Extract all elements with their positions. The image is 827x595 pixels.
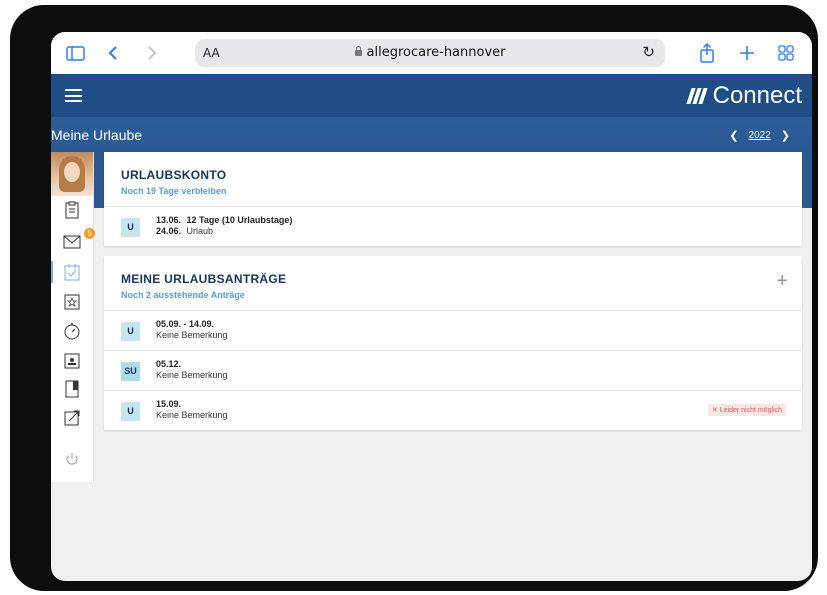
url-display[interactable]: allegrocare-hannover (195, 45, 665, 60)
messages-icon[interactable]: 5 (63, 228, 95, 250)
leave-type-tag: U (121, 218, 140, 237)
date-to: 24.06. (156, 226, 182, 236)
power-icon[interactable] (63, 450, 81, 468)
request-dates: 05.09. - 14.09. (156, 319, 215, 329)
entry-text: 13.06. 12 Tage (10 Urlaubstage) 24.06. U… (156, 215, 292, 237)
status-badge: ✕ Leider nicht möglich (707, 404, 786, 416)
entry-summary: 12 Tage (10 Urlaubstage) (186, 215, 293, 225)
next-year-icon[interactable]: ❯ (781, 129, 790, 142)
leave-type-tag: U (121, 322, 140, 341)
url-text: allegrocare-hannover (366, 45, 506, 60)
logo-mark-icon (686, 88, 708, 104)
sidebar: 5 (51, 152, 95, 482)
urlaubsantraege-card: MEINE URLAUBSANTRÄGE Noch 2 ausstehende … (104, 256, 802, 430)
status-text: Leider nicht möglich (719, 407, 782, 414)
lock-icon (354, 46, 362, 56)
reload-icon[interactable]: ↻ (642, 43, 655, 61)
request-note: Keine Bemerkung (156, 330, 228, 340)
screen: AA allegrocare-hannover ↻ Connect Meine … (51, 32, 812, 581)
list-item[interactable]: SU 05.12. Keine Bemerkung (104, 351, 802, 391)
rating-star-icon[interactable] (63, 293, 81, 311)
page-title: Meine Urlaube (51, 127, 143, 143)
year-selector[interactable]: 2022 (749, 130, 771, 141)
list-item[interactable]: U 05.09. - 14.09. Keine Bemerkung (104, 311, 802, 351)
notebook-icon[interactable] (63, 380, 81, 398)
app-header: Connect (51, 74, 812, 117)
entry-text: 05.12. Keine Bemerkung (156, 359, 228, 381)
entry-type: Urlaub (186, 226, 214, 236)
avatar[interactable] (51, 152, 93, 196)
messages-badge: 5 (84, 228, 95, 239)
close-icon: ✕ (711, 407, 720, 414)
add-request-icon[interactable]: + (776, 270, 788, 293)
year-navigation: ❮ 2022 ❯ (729, 129, 790, 142)
tablet-frame: AA allegrocare-hannover ↻ Connect Meine … (10, 5, 818, 591)
share-icon[interactable] (698, 42, 716, 64)
urlaubsantraege-subtitle: Noch 2 ausstehende Anträge (121, 290, 245, 300)
address-bar[interactable]: AA allegrocare-hannover ↻ (195, 39, 665, 67)
external-link-icon[interactable] (63, 409, 81, 427)
request-note: Keine Bemerkung (156, 410, 228, 420)
sidebar-toggle-icon[interactable] (65, 42, 85, 64)
urlaubskonto-title: URLAUBSKONTO (121, 168, 227, 182)
urlaubsantraege-header: MEINE URLAUBSANTRÄGE Noch 2 ausstehende … (104, 256, 802, 311)
forward-icon[interactable] (144, 42, 160, 64)
back-icon[interactable] (105, 42, 121, 64)
request-dates: 15.09. (156, 399, 182, 409)
urlaubskonto-subtitle: Noch 19 Tage verbleiben (121, 186, 227, 196)
urlaubskonto-card: URLAUBSKONTO Noch 19 Tage verbleiben U 1… (104, 152, 802, 246)
urlaubsantraege-title: MEINE URLAUBSANTRÄGE (121, 272, 287, 286)
page-header: Meine Urlaube ❮ 2022 ❯ (51, 117, 812, 152)
date-from: 13.06. (156, 215, 182, 225)
browser-toolbar: AA allegrocare-hannover ↻ (51, 32, 812, 74)
vacation-calendar-icon[interactable] (63, 263, 81, 281)
new-tab-icon[interactable] (738, 42, 756, 64)
leave-type-tag: U (121, 402, 140, 421)
brand-name: Connect (712, 82, 802, 109)
entry-text: 05.09. - 14.09. Keine Bemerkung (156, 319, 228, 341)
list-item[interactable]: U 13.06. 12 Tage (10 Urlaubstage) 24.06.… (104, 207, 802, 246)
brand-logo: Connect (686, 82, 802, 110)
tabs-overview-icon[interactable] (777, 42, 795, 64)
previous-year-icon[interactable]: ❮ (729, 129, 738, 142)
entry-text: 15.09. Keine Bemerkung (156, 399, 228, 421)
urlaubskonto-header: URLAUBSKONTO Noch 19 Tage verbleiben (104, 152, 802, 207)
list-item[interactable]: U 15.09. Keine Bemerkung ✕ Leider nicht … (104, 391, 802, 430)
leave-type-tag: SU (121, 362, 140, 381)
request-note: Keine Bemerkung (156, 370, 228, 380)
stopwatch-icon[interactable] (63, 322, 81, 340)
id-card-icon[interactable] (63, 352, 81, 370)
clipboard-icon[interactable] (63, 201, 81, 219)
request-dates: 05.12. (156, 359, 182, 369)
active-indicator (51, 261, 53, 283)
menu-icon[interactable] (65, 89, 82, 102)
